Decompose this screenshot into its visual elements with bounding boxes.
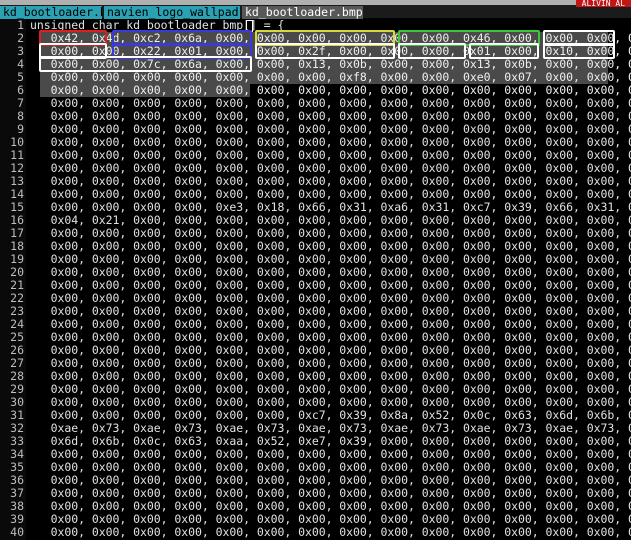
title-strip [0,0,631,5]
tab-kd-bootloader-bmp[interactable]: kd_bootloader.bmp+ [242,6,363,19]
tab-bar: ALIVIN AL kd_bootloader.h navien_logo_wa… [0,0,631,19]
line-text: 0x00, 0x00, 0x00, 0x00, 0x00, 0x00, 0x00… [50,525,631,539]
line-number: 40 [10,525,24,539]
tab-kd-bootloader-h[interactable]: kd_bootloader.h [0,6,102,19]
title-strip-right-text: ALIVIN AL [575,0,631,7]
code-editor[interactable]: 1 unsigned char kd_bootloader_bmp[] = {2 … [0,19,631,540]
tab-navien-logo-wallpad-h[interactable]: navien_logo_wallpad.h [104,6,240,19]
code-line[interactable]: 40 0x00, 0x00, 0x00, 0x00, 0x00, 0x00, 0… [0,526,631,539]
